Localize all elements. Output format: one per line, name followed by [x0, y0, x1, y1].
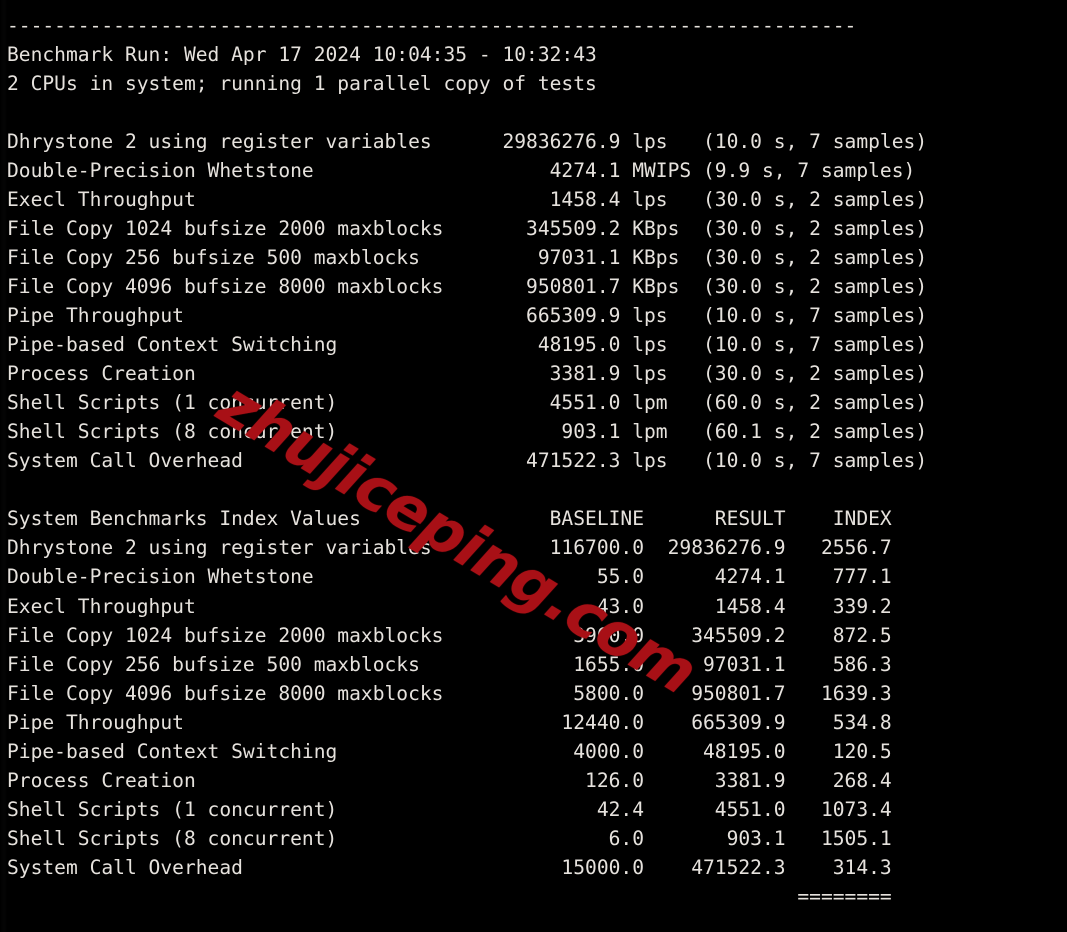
terminal-window: ----------------------------------------… — [0, 0, 1067, 932]
terminal-output: ----------------------------------------… — [7, 13, 928, 908]
terminal-left-edge — [0, 0, 7, 932]
